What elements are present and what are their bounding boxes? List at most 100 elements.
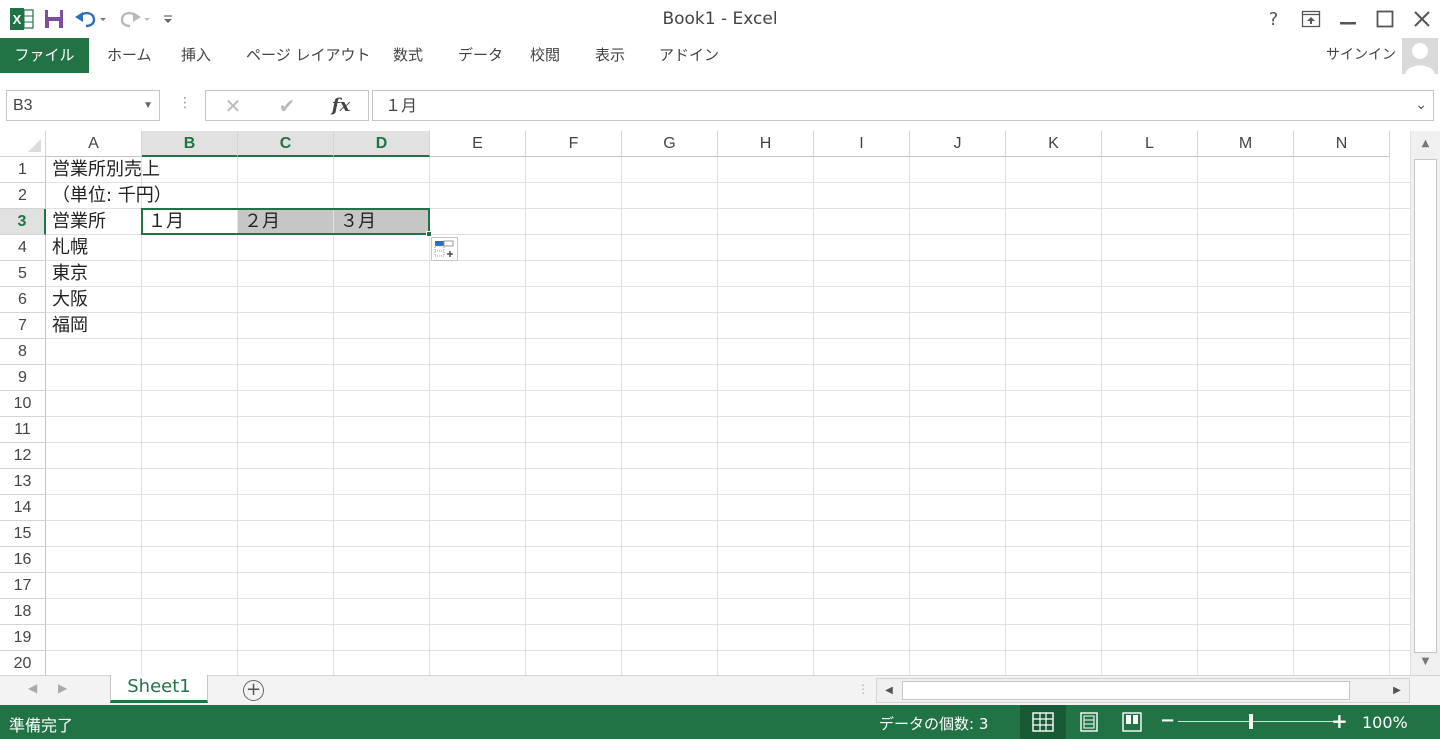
column-header-I[interactable]: I [814, 131, 910, 157]
new-sheet-icon[interactable]: + [243, 680, 264, 701]
tab-file[interactable]: ファイル [0, 38, 89, 73]
avatar[interactable] [1402, 38, 1438, 74]
cell-A7[interactable]: 福岡 [46, 313, 88, 339]
tab-view[interactable]: 表示 [595, 38, 625, 73]
column-header-L[interactable]: L [1102, 131, 1198, 157]
normal-view-button[interactable] [1020, 705, 1066, 739]
worksheet-grid[interactable]: ABCDEFGHIJKLMN 1 2 3 4 5 6 7 8 9 10 11 12 13 14 15 16 17… [0, 131, 1410, 675]
page-break-preview-button[interactable] [1109, 705, 1155, 739]
column-header-D[interactable]: D [334, 131, 430, 157]
name-box[interactable]: B3 ▼ [6, 90, 160, 121]
tab-split-handle[interactable]: ⋮ [857, 682, 869, 696]
gridline-horizontal [46, 650, 1410, 651]
row-header-16[interactable]: 16 [0, 547, 46, 573]
row-header-19[interactable]: 19 [0, 625, 46, 651]
scroll-right-icon[interactable]: ▶ [1385, 679, 1409, 702]
tab-addins[interactable]: アドイン [659, 38, 719, 73]
zoom-out-icon[interactable]: − [1160, 710, 1175, 731]
gridline-horizontal [46, 546, 1410, 547]
column-header-H[interactable]: H [718, 131, 814, 157]
scroll-down-icon[interactable]: ▼ [1412, 651, 1439, 673]
cell-A3[interactable]: 営業所 [46, 209, 106, 235]
column-header-B[interactable]: B [142, 131, 238, 157]
zoom-track[interactable] [1178, 721, 1333, 722]
row-header-17[interactable]: 17 [0, 573, 46, 599]
row-header-8[interactable]: 8 [0, 339, 46, 365]
row-header-15[interactable]: 15 [0, 521, 46, 547]
row-header-13[interactable]: 13 [0, 469, 46, 495]
zoom-knob[interactable] [1249, 714, 1253, 729]
row-header-5[interactable]: 5 [0, 261, 46, 287]
tab-page-layout[interactable]: ページ レイアウト [246, 38, 370, 73]
tab-formulas[interactable]: 数式 [393, 38, 423, 73]
tab-data[interactable]: データ [458, 38, 503, 73]
row-header-2[interactable]: 2 [0, 183, 46, 209]
tab-review[interactable]: 校閲 [530, 38, 560, 73]
gridline-horizontal [46, 182, 1410, 183]
column-header-N[interactable]: N [1294, 131, 1390, 157]
tab-insert[interactable]: 挿入 [181, 38, 211, 73]
column-header-A[interactable]: A [46, 131, 142, 157]
row-header-18[interactable]: 18 [0, 599, 46, 625]
row-header-11[interactable]: 11 [0, 417, 46, 443]
close-icon [1413, 11, 1430, 27]
vertical-scrollbar[interactable]: ▲ ▼ [1410, 131, 1440, 675]
row-header-7[interactable]: 7 [0, 313, 46, 339]
column-header-K[interactable]: K [1006, 131, 1102, 157]
expand-formula-bar-icon[interactable]: ⌄ [1415, 91, 1427, 120]
cell-A6[interactable]: 大阪 [46, 287, 88, 313]
name-box-dropdown-icon[interactable]: ▼ [143, 91, 153, 120]
column-header-G[interactable]: G [622, 131, 718, 157]
horizontal-scrollbar[interactable]: ◀ ▶ [876, 678, 1410, 703]
cell-area[interactable]: 営業所別売上 （単位: 千円） 営業所 １月 ２月 ３月 札幌 東京 大阪 福岡 [46, 157, 1410, 675]
page-layout-icon [1080, 712, 1098, 732]
close-button[interactable] [1403, 4, 1440, 34]
cell-A1[interactable]: 営業所別売上 [46, 157, 160, 183]
confirm-entry-icon[interactable]: ✔ [260, 94, 314, 118]
cell-A2[interactable]: （単位: 千円） [46, 183, 172, 209]
page-layout-view-button[interactable] [1066, 705, 1112, 739]
insert-function-icon[interactable]: fx [314, 95, 368, 116]
select-all-button[interactable] [0, 131, 46, 157]
sheet-tab-sheet1[interactable]: Sheet1 [110, 675, 208, 703]
row-header-14[interactable]: 14 [0, 495, 46, 521]
next-sheet-icon[interactable]: ▶ [58, 681, 67, 695]
column-header-E[interactable]: E [430, 131, 526, 157]
minimize-button[interactable] [1329, 4, 1366, 34]
maximize-button[interactable] [1366, 4, 1403, 34]
zoom-level[interactable]: 100% [1362, 713, 1408, 732]
quick-analysis-button[interactable] [431, 237, 458, 261]
row-header-12[interactable]: 12 [0, 443, 46, 469]
row-header-20[interactable]: 20 [0, 651, 46, 675]
row-header-9[interactable]: 9 [0, 365, 46, 391]
vertical-scroll-thumb[interactable] [1414, 159, 1437, 653]
formula-bar-resize-handle[interactable]: ⋮ [178, 95, 192, 111]
row-header-1[interactable]: 1 [0, 157, 46, 183]
cell-A4[interactable]: 札幌 [46, 235, 88, 261]
cell-A5[interactable]: 東京 [46, 261, 88, 287]
ribbon-display-options-button[interactable] [1292, 4, 1329, 34]
scroll-left-icon[interactable]: ◀ [877, 679, 901, 702]
zoom-in-icon[interactable]: + [1331, 709, 1348, 733]
help-button[interactable]: ? [1255, 4, 1292, 34]
column-header-J[interactable]: J [910, 131, 1006, 157]
scroll-up-icon[interactable]: ▲ [1412, 133, 1439, 155]
formula-value: １月 [385, 96, 418, 115]
cancel-entry-icon[interactable]: ✕ [206, 94, 260, 118]
ribbon-display-icon [1301, 10, 1320, 28]
row-header-4[interactable]: 4 [0, 235, 46, 261]
help-icon: ? [1268, 8, 1279, 30]
formula-input[interactable]: １月 ⌄ [372, 90, 1434, 121]
column-header-F[interactable]: F [526, 131, 622, 157]
tab-home[interactable]: ホーム [107, 38, 152, 73]
horizontal-scroll-thumb[interactable] [902, 681, 1350, 700]
column-header-M[interactable]: M [1198, 131, 1294, 157]
row-header-6[interactable]: 6 [0, 287, 46, 313]
column-header-C[interactable]: C [238, 131, 334, 157]
prev-sheet-icon[interactable]: ◀ [28, 681, 37, 695]
sign-in-link[interactable]: サインイン [1326, 38, 1396, 73]
row-header-10[interactable]: 10 [0, 391, 46, 417]
gridline-horizontal [46, 468, 1410, 469]
zoom-slider[interactable]: − + [1158, 705, 1358, 739]
row-header-3[interactable]: 3 [0, 209, 46, 235]
